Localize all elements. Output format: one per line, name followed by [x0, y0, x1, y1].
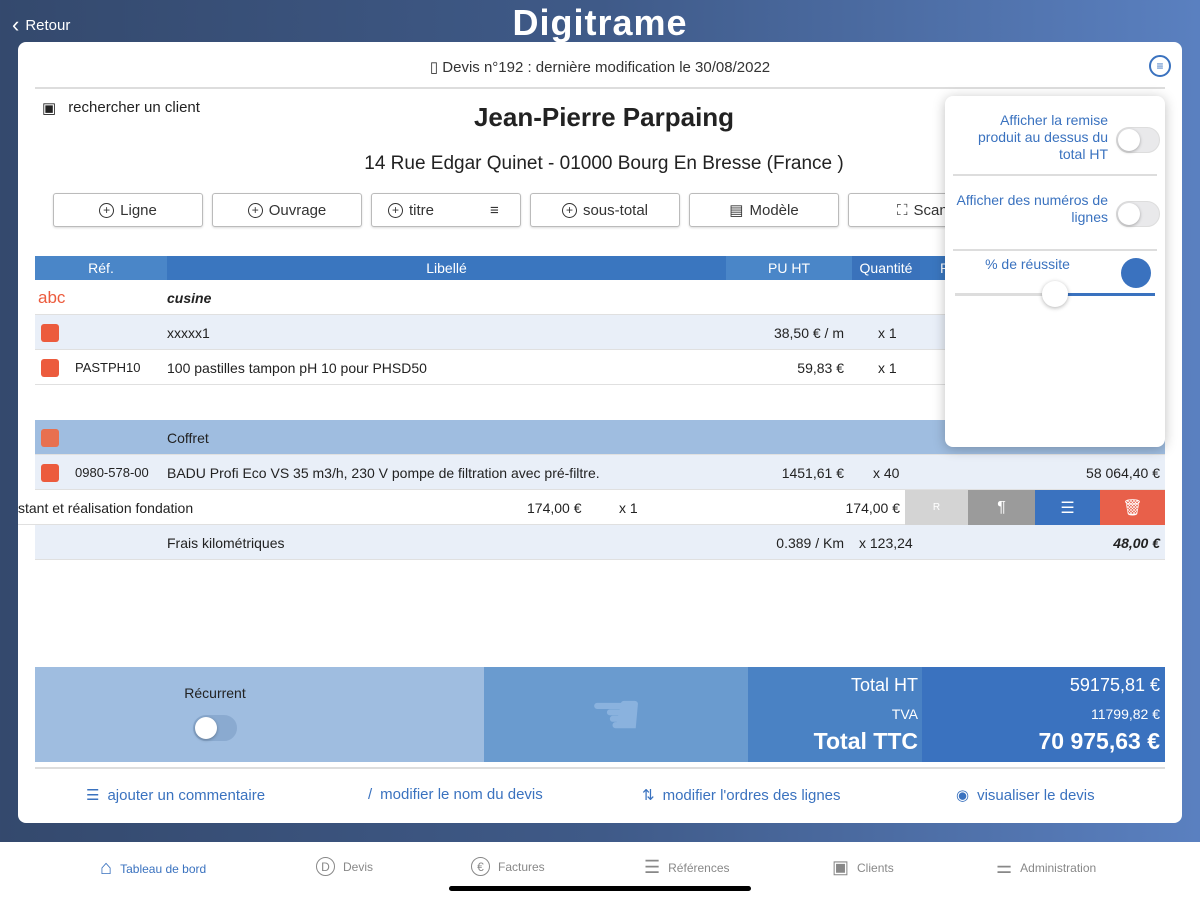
slider-fill	[1055, 293, 1155, 296]
divider	[35, 87, 1165, 89]
swipe-hand-icon: ☚	[484, 667, 748, 762]
table-row[interactable]: Frais kilométriques 0.389 / Km x 123,24 48,…	[35, 525, 1165, 560]
add-comment-link[interactable]: ☰ ajouter un commentaire	[86, 786, 265, 805]
tva-value: 11799,82 €	[1090, 706, 1160, 722]
paragraph-action-button[interactable]: ¶	[968, 490, 1035, 525]
totals-values: 59175,81 € 11799,82 € 70 975,63 €	[922, 667, 1165, 762]
total-ttc-label: Total TTC	[813, 728, 918, 754]
reussite-slider[interactable]	[955, 281, 1155, 307]
product-bag-icon	[41, 359, 59, 377]
filter-menu-button[interactable]: ≡	[1149, 55, 1171, 77]
remise-label: Afficher la remise produit au dessus du …	[978, 112, 1108, 162]
contact-icon: ▣	[832, 857, 850, 877]
tva-label: TVA	[891, 706, 918, 722]
template-button[interactable]: ▤ Modèle	[689, 193, 839, 227]
box-icon	[41, 429, 59, 447]
home-icon: ⌂	[100, 857, 113, 879]
reussite-indicator	[1121, 258, 1151, 288]
euro-icon: €	[471, 857, 490, 876]
template-icon: ▤	[729, 202, 744, 219]
totals-labels: Total HT TVA Total TTC	[748, 667, 922, 762]
divider	[953, 174, 1157, 176]
add-ouvrage-button[interactable]: + Ouvrage	[212, 193, 362, 227]
product-bag-icon	[41, 464, 59, 482]
logo: Digitrame	[512, 2, 688, 43]
plus-icon: +	[388, 202, 403, 218]
total-ht-value: 59175,81 €	[1069, 675, 1160, 695]
numbered-list-icon: ☰	[644, 857, 661, 877]
document-icon: ▯	[429, 59, 443, 76]
tab-factures[interactable]: € Factures	[471, 857, 545, 876]
tab-dashboard[interactable]: ⌂ Tableau de bord	[100, 857, 206, 880]
recurrent-toggle[interactable]	[193, 715, 237, 741]
col-ref: Réf.	[35, 256, 167, 280]
rename-quote-link[interactable]: / modifier le nom du devis	[368, 786, 543, 803]
divider	[953, 249, 1157, 251]
devis-icon: D	[316, 857, 335, 876]
numeros-label: Afficher des numéros de lignes	[956, 192, 1109, 225]
total-ht-label: Total HT	[850, 675, 918, 695]
menu-icon: ≡	[490, 201, 499, 219]
product-bag-icon	[41, 324, 59, 342]
abc-icon: abc	[38, 288, 66, 307]
delete-action-button[interactable]: 🗑	[1100, 490, 1165, 525]
divider	[35, 767, 1165, 769]
comment-lines-icon: ☰	[86, 787, 100, 804]
add-title-button[interactable]: + titre ≡	[371, 193, 521, 227]
plus-icon: +	[99, 202, 115, 218]
remise-toggle[interactable]	[1116, 127, 1160, 153]
add-subtotal-button[interactable]: + sous-total	[530, 193, 680, 227]
col-pu: PU HT	[726, 256, 852, 280]
tab-administration[interactable]: ⚌ Administration	[996, 857, 1096, 878]
tab-references[interactable]: ☰ Références	[644, 857, 730, 878]
options-popover: Afficher la remise produit au dessus du …	[945, 96, 1165, 447]
trash-icon: 🗑	[1122, 499, 1143, 517]
col-label: Libellé	[167, 256, 726, 280]
add-line-button[interactable]: + Ligne	[53, 193, 203, 227]
slider-thumb[interactable]	[1042, 281, 1068, 307]
reorder-lines-link[interactable]: ⇅ modifier l'ordres des lignes	[642, 786, 841, 805]
comment-lines-icon: ☰	[1060, 499, 1075, 517]
tab-devis[interactable]: D Devis	[316, 857, 373, 876]
col-qty: Quantité	[852, 256, 920, 280]
plus-icon: +	[247, 202, 263, 218]
table-row[interactable]: 0980-578-00 BADU Profi Eco VS 35 m3/h, 23…	[35, 455, 1165, 490]
pencil-icon: /	[368, 786, 373, 803]
sliders-icon: ⚌	[996, 857, 1013, 877]
comment-action-button[interactable]: ☰	[1035, 490, 1100, 525]
table-row-swiped[interactable]: stant et réalisation fondation 174,00 € x …	[18, 490, 905, 525]
recurring-action-button[interactable]: R	[905, 490, 968, 525]
home-indicator	[449, 886, 751, 891]
reorder-arrows-icon: ⇅	[642, 787, 655, 804]
eye-icon: ◉	[956, 787, 970, 804]
reussite-label: % de réussite	[985, 256, 1070, 272]
recurrent-label: Récurrent	[184, 685, 246, 701]
quote-header: ▯ Devis n°192 : dernière modification le…	[429, 59, 771, 76]
tab-clients[interactable]: ▣ Clients	[832, 857, 894, 878]
recurrent-panel: Récurrent	[35, 667, 484, 762]
total-ttc-value: 70 975,63 €	[1038, 728, 1160, 754]
plus-icon: +	[561, 202, 577, 218]
scan-icon: ⛶	[897, 201, 908, 219]
numeros-toggle[interactable]	[1116, 201, 1160, 227]
preview-quote-link[interactable]: ◉ visualiser le devis	[956, 786, 1095, 805]
